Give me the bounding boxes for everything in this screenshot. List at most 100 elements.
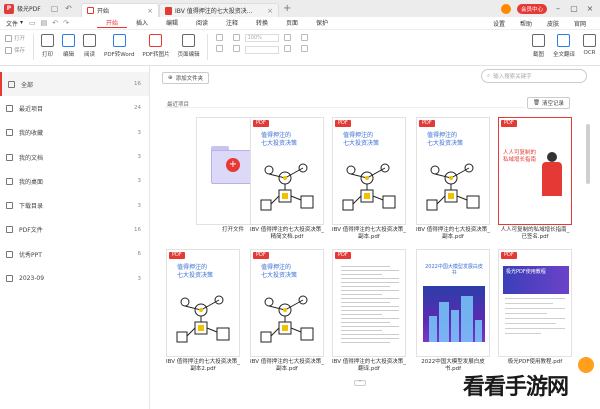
assistant-float-button[interactable] <box>578 357 594 373</box>
sidebar-item-documents[interactable]: 我的文档 3 <box>0 145 149 169</box>
card-file[interactable]: PDF 值得押注的 七大投资决策 IBV 值得押注的七大投资决策_副本.pdf <box>250 249 324 373</box>
add-folder-button[interactable]: ⊕ 添加文件夹 <box>162 72 210 84</box>
edit-tool[interactable]: 编辑 <box>58 34 79 58</box>
clear-history-button[interactable]: 🗑 清空记录 <box>527 97 570 109</box>
card-name: IBV 值得押注的七大投资决策_副本.pdf <box>416 227 490 240</box>
translate-tool[interactable]: 全文翻译 <box>549 34 579 58</box>
sidebar-item-desktop[interactable]: 我的桌面 3 <box>0 169 149 193</box>
person-illustration <box>539 152 565 210</box>
download-icon <box>6 202 13 210</box>
menu-items: 开始 插入 编辑 阅读 注释 转换 页面 保护 <box>97 18 337 28</box>
folder-icon[interactable]: ▭ <box>29 19 36 27</box>
print-icon[interactable]: ▤ <box>41 19 48 27</box>
menu-file[interactable]: 文件 ▾ <box>0 19 29 28</box>
vip-center-button[interactable]: 会员中心 <box>516 3 547 14</box>
tab-home[interactable]: 开始 × <box>81 3 159 17</box>
card-name: IBV 值得押注的七大投资决策_副本.pdf <box>250 359 324 372</box>
pdf-badge: PDF <box>501 252 517 259</box>
page-input[interactable] <box>244 46 279 54</box>
card-file[interactable]: PDF 值得押注的 七大投资决策 IBV 值得押注的七大投资决策_副本.pdf <box>416 117 490 241</box>
menu-item-page[interactable]: 页面 <box>277 18 307 28</box>
card-file[interactable]: PDF 极光PDF使用教程 极光PDF使用教程.pdf <box>498 249 572 366</box>
menu-item-read[interactable]: 阅读 <box>187 18 217 28</box>
menu-item-help[interactable]: 帮助 <box>520 19 532 28</box>
search-input[interactable]: ⌕ 输入搜索关键字 <box>481 69 587 83</box>
open-icon <box>5 34 12 42</box>
print-icon <box>41 34 55 47</box>
collapse-button[interactable]: ⌃ <box>354 380 366 386</box>
window-close-icon[interactable]: × <box>585 4 595 13</box>
menu-item-start[interactable]: 开始 <box>97 18 128 28</box>
menu-item-website[interactable]: 官网 <box>574 19 586 28</box>
pdf-to-image-tool[interactable]: PDF转图片 <box>138 34 173 58</box>
hand-tool[interactable] <box>215 34 223 41</box>
sidebar-item-label: 我的桌面 <box>19 178 44 186</box>
new-tab-button[interactable]: + <box>283 3 291 14</box>
card-file[interactable]: PDF IBV 值得押注的七大投资决策_翻译.pdf <box>332 249 406 373</box>
screenshot-tool[interactable]: 截图 <box>528 34 549 58</box>
sidebar-item-recent[interactable]: 最近项目 24 <box>0 96 149 120</box>
sidebar-item-count: 3 <box>137 129 142 136</box>
cover-illustration <box>176 295 230 343</box>
hand-icon <box>215 34 223 41</box>
menu-item-protect[interactable]: 保护 <box>307 18 337 28</box>
zoom-out-tool[interactable] <box>232 45 240 52</box>
pdf-to-word-tool[interactable]: PDF转Word <box>100 34 138 58</box>
print-tool[interactable]: 打印 <box>37 34 58 58</box>
card-thumbnail: PDF 极光PDF使用教程 <box>498 249 572 357</box>
undo-icon[interactable]: ↶ <box>64 4 73 13</box>
single-page-tool[interactable] <box>300 45 308 52</box>
read-tool[interactable]: 阅读 <box>79 34 100 58</box>
menu-item-insert[interactable]: 插入 <box>127 18 157 28</box>
menu-item-convert[interactable]: 转换 <box>247 18 277 28</box>
home-icon <box>87 7 94 14</box>
rotate-tool[interactable] <box>300 34 308 41</box>
app-name: 极光PDF <box>17 6 41 13</box>
maximize-icon[interactable]: ▢ <box>569 4 579 13</box>
page-edit-tool[interactable]: 页面编辑 <box>174 34 204 58</box>
zoom-in-tool[interactable] <box>232 34 240 41</box>
card-file[interactable]: PDF 人人可复制的私域增长指南 人人可复制的私域增长指南_已签名.pdf <box>498 117 572 241</box>
sidebar-item-downloads[interactable]: 下载目录 3 <box>0 193 149 217</box>
text-page-preview <box>341 266 399 346</box>
sidebar-item-label: 下载目录 <box>19 203 44 211</box>
card-file[interactable]: PDF 值得押注的 七大投资决策 IBV 值得押注的七大投资决策_副本2.pdf <box>166 249 240 373</box>
edit-label: 编辑 <box>63 52 75 58</box>
tab-document[interactable]: IBV 值得押注的七大投资决... × <box>159 3 279 17</box>
sidebar-item-ppt[interactable]: 优秀PPT 6 <box>0 242 149 266</box>
ocr-tool[interactable]: OCR <box>579 34 600 58</box>
card-file[interactable]: 2022中国大模型发展白皮书 2022中国大模型发展白皮书.pdf <box>416 249 490 373</box>
sidebar-item-favorites[interactable]: 我的收藏 3 <box>0 121 149 145</box>
menu-item-settings[interactable]: 设置 <box>493 19 505 28</box>
undo-icon[interactable]: ↶ <box>52 19 58 27</box>
menu-item-skin[interactable]: 皮肤 <box>547 19 559 28</box>
save-tool[interactable]: 保存 <box>5 46 25 54</box>
fit-width-tool[interactable] <box>283 34 291 41</box>
pdf-to-image-label: PDF转图片 <box>142 52 170 58</box>
scrollbar[interactable] <box>586 124 590 184</box>
sidebar-item-all[interactable]: 全部 16 <box>0 72 149 97</box>
save-icon[interactable]: ▢ <box>50 4 59 13</box>
fit-page-tool[interactable] <box>283 45 291 52</box>
sidebar-item-pdf-files[interactable]: PDF文件 16 <box>0 218 149 242</box>
user-avatar[interactable] <box>500 3 511 14</box>
card-file[interactable]: PDF 值得押注的 七大投资决策 IBV 值得押注的七大投资决策_副本.pdf <box>332 117 406 241</box>
menu-item-edit[interactable]: 编辑 <box>157 18 187 28</box>
close-icon[interactable]: × <box>147 7 153 15</box>
redo-icon[interactable]: ↷ <box>63 19 69 27</box>
app-logo[interactable]: P 极光PDF <box>0 3 48 14</box>
sidebar-item-2023-09[interactable]: 2023-09 3 <box>0 266 149 290</box>
sidebar-item-label: PDF文件 <box>19 227 43 235</box>
card-file[interactable]: PDF 值得押注的 七大投资决策 IBV 值得押注的七大投资决策_精简文档.pdf <box>250 117 324 241</box>
chevron-down-icon: ▾ <box>20 18 24 26</box>
select-tool[interactable] <box>215 45 223 52</box>
menu-item-annotate[interactable]: 注释 <box>217 18 247 28</box>
close-icon[interactable]: × <box>267 7 273 15</box>
zoom-controls: 100% <box>244 34 279 54</box>
minimize-icon[interactable]: – <box>553 4 563 13</box>
open-tool[interactable]: 打开 <box>5 34 25 42</box>
sidebar-item-label: 2023-09 <box>19 275 45 283</box>
cover-banner: 极光PDF使用教程 <box>503 266 569 294</box>
watermark-logo: 看看手游网 <box>463 375 569 400</box>
zoom-input[interactable]: 100% <box>244 34 279 42</box>
